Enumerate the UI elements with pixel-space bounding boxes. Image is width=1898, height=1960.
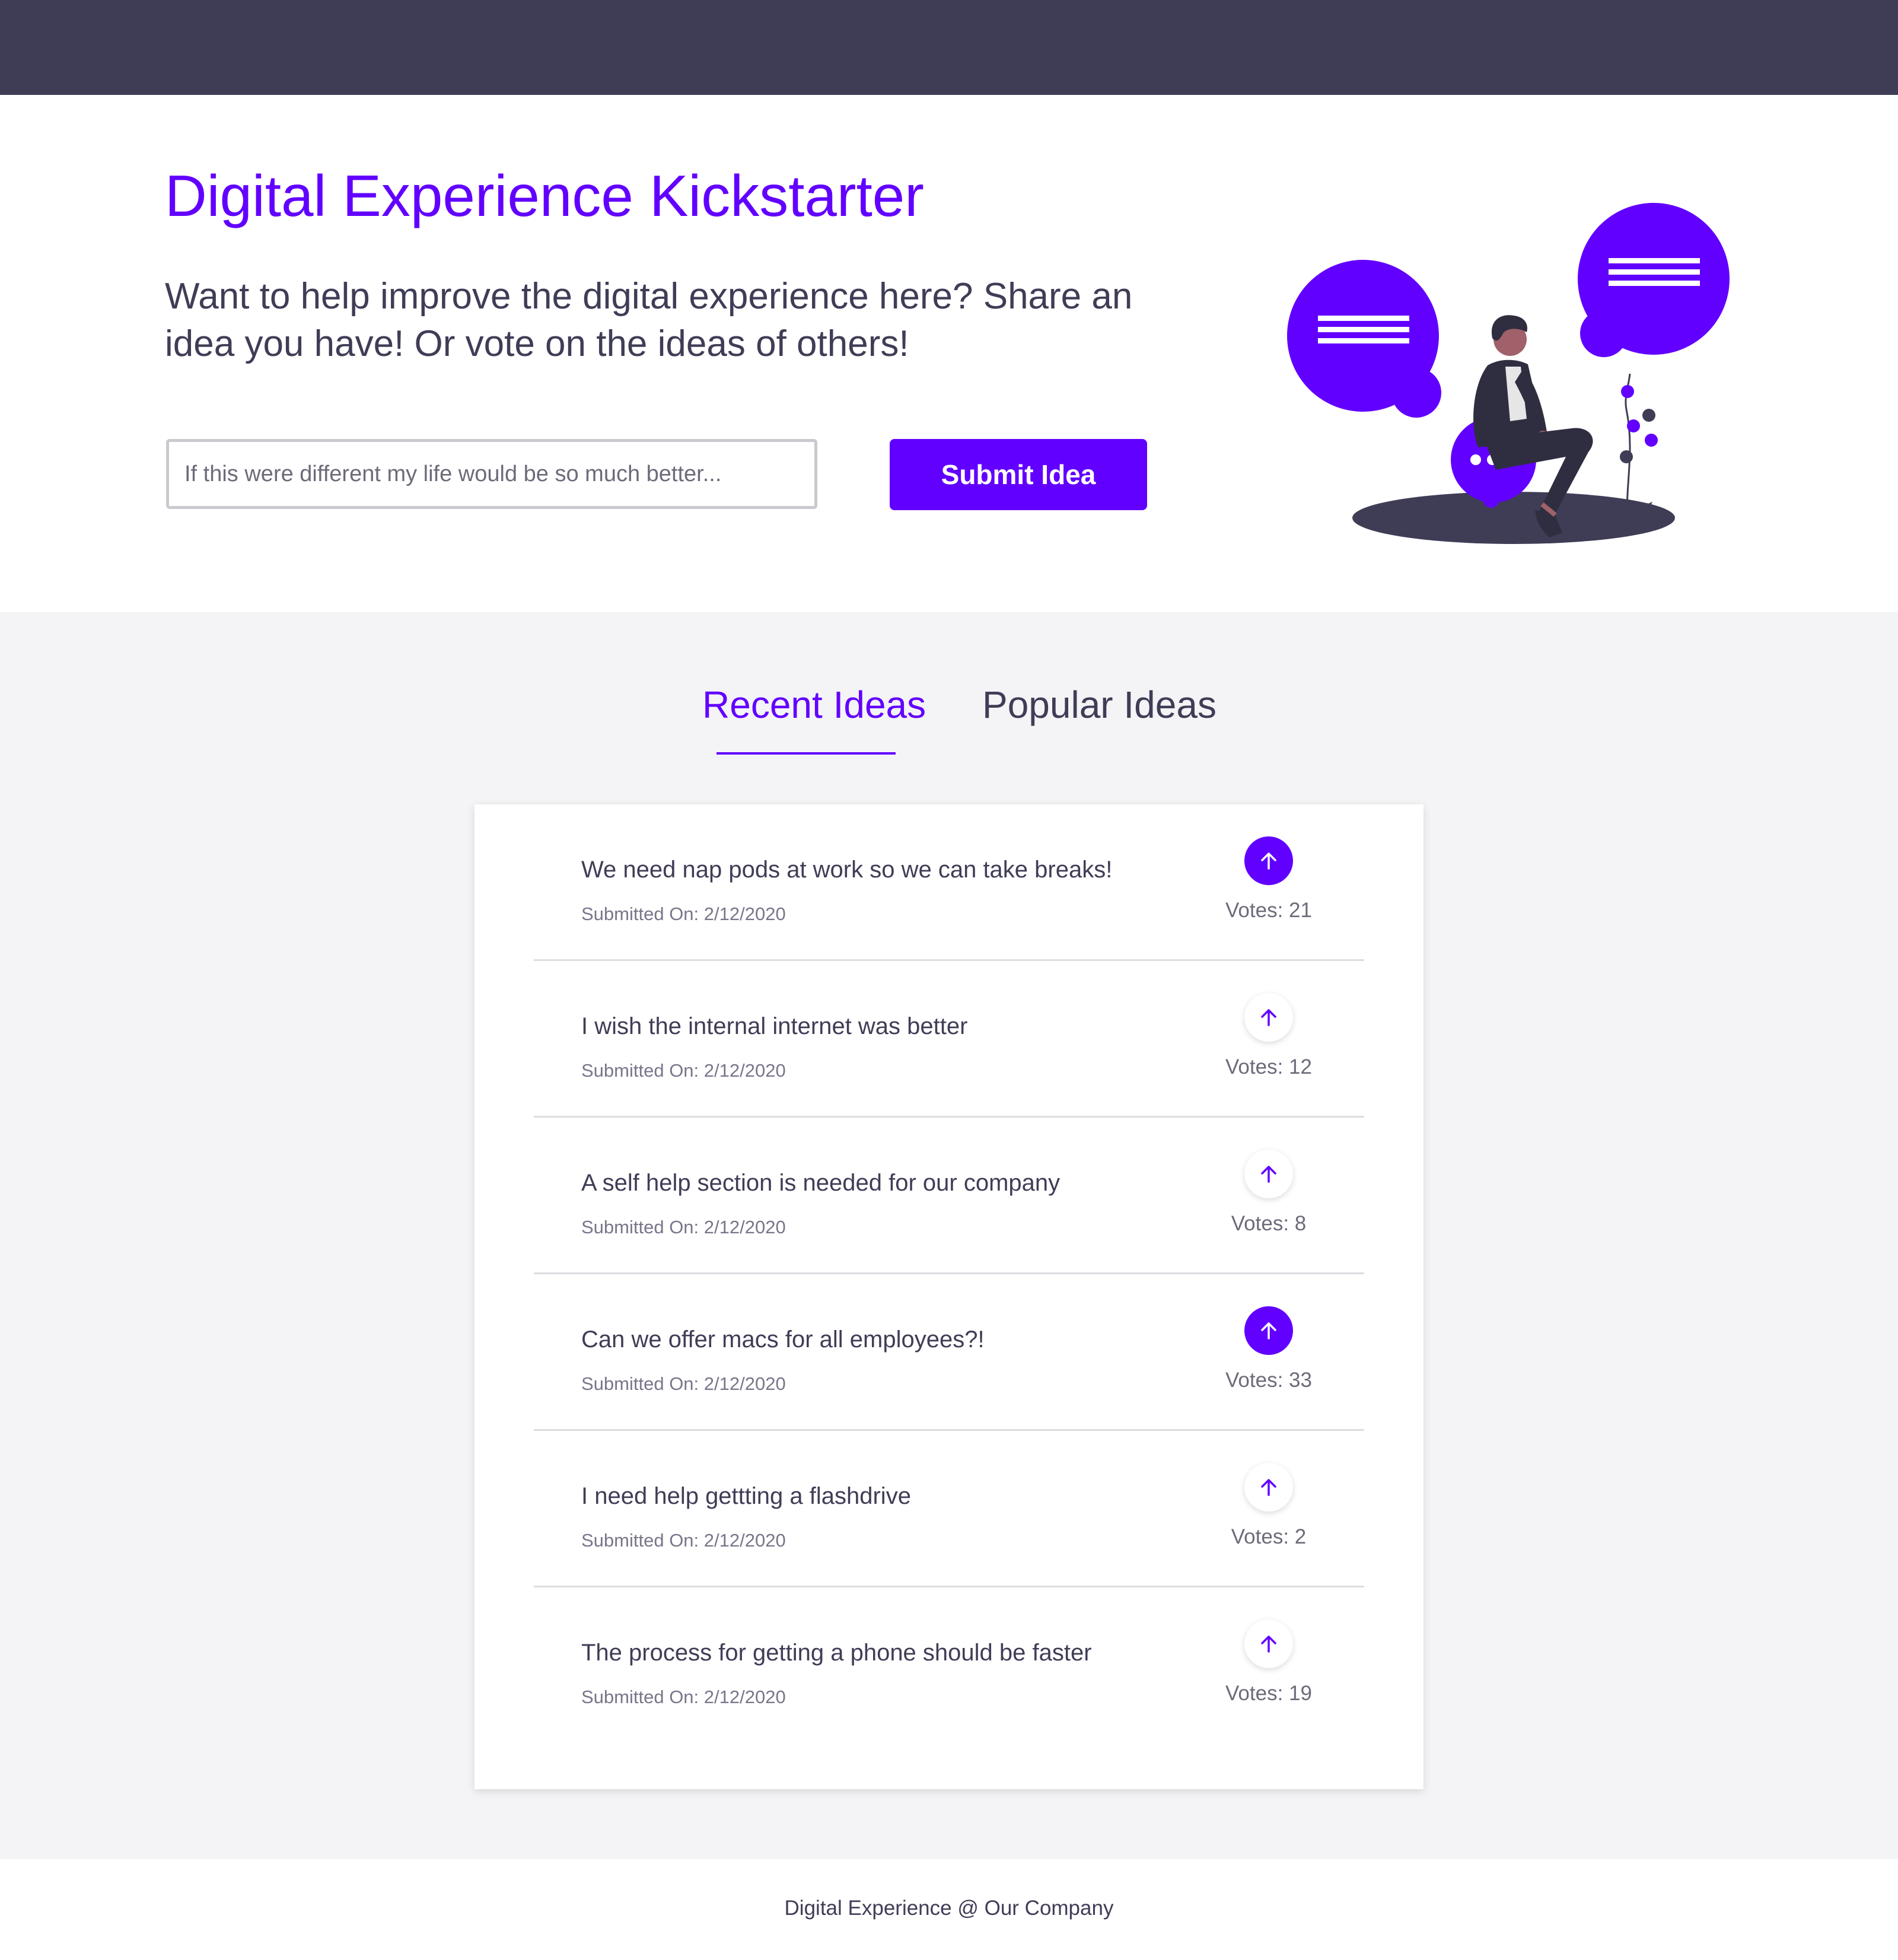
arrow-up-icon [1261, 1479, 1276, 1496]
idea-submitted-date: Submitted On: 2/12/2020 [581, 1530, 786, 1551]
tab-recent-ideas[interactable]: Recent Ideas [702, 682, 926, 728]
idea-list-item: We need nap pods at work so we can take … [534, 804, 1364, 961]
idea-text: The process for getting a phone should b… [581, 1640, 1092, 1666]
upvote-button[interactable] [1244, 1150, 1293, 1198]
upvote-button[interactable] [1244, 1306, 1293, 1355]
idea-submitted-date: Submitted On: 2/12/2020 [581, 1373, 786, 1394]
vote-count: Votes: 2 [1231, 1525, 1307, 1548]
idea-submitted-date: Submitted On: 2/12/2020 [581, 1217, 786, 1237]
idea-text: We need nap pods at work so we can take … [581, 857, 1113, 883]
upvote-button[interactable] [1244, 993, 1293, 1042]
upvote-button[interactable] [1244, 1463, 1293, 1512]
idea-list-item: The process for getting a phone should b… [534, 1587, 1364, 1744]
vote-count: Votes: 21 [1225, 899, 1312, 922]
upvote-button[interactable] [1244, 836, 1293, 885]
idea-text: I wish the internal internet was better [581, 1013, 968, 1039]
hero-subtitle: Want to help improve the digital experie… [165, 276, 1133, 364]
idea-submitted-date: Submitted On: 2/12/2020 [581, 1687, 786, 1707]
vote-count: Votes: 8 [1231, 1212, 1307, 1235]
arrow-up-icon [1261, 852, 1276, 870]
arrow-up-icon [1261, 1636, 1276, 1653]
idea-text: I need help gettting a flashdrive [581, 1483, 911, 1509]
idea-list-item: I need help gettting a flashdrive Submit… [534, 1431, 1364, 1587]
idea-text: Can we offer macs for all employees?! [581, 1326, 985, 1353]
upvote-button[interactable] [1244, 1619, 1293, 1668]
ideas-list-card: We need nap pods at work so we can take … [474, 804, 1424, 1789]
top-navigation-bar [0, 0, 1898, 95]
idea-submitted-date: Submitted On: 2/12/2020 [581, 1060, 786, 1081]
arrow-up-icon [1261, 1166, 1276, 1183]
footer-text: Digital Experience @ Our Company [784, 1897, 1114, 1920]
idea-list-item: Can we offer macs for all employees?! Su… [534, 1274, 1364, 1431]
arrow-up-icon [1261, 1322, 1276, 1339]
page-footer: Digital Experience @ Our Company [0, 1859, 1898, 1960]
submit-idea-button[interactable]: Submit Idea [890, 439, 1147, 510]
tab-popular-ideas[interactable]: Popular Ideas [982, 682, 1216, 728]
person-with-chat-bubbles-illustration [1287, 203, 1730, 544]
idea-list-item: A self help section is needed for our co… [534, 1118, 1364, 1274]
page-title: Digital Experience Kickstarter [165, 163, 924, 228]
active-tab-indicator [716, 752, 896, 755]
hero-section: Digital Experience Kickstarter Want to h… [0, 95, 1898, 612]
vote-count: Votes: 12 [1225, 1055, 1312, 1078]
vote-count: Votes: 33 [1225, 1369, 1312, 1392]
idea-text: A self help section is needed for our co… [581, 1170, 1061, 1196]
arrow-up-icon [1261, 1009, 1276, 1026]
idea-list-item: I wish the internal internet was better … [534, 961, 1364, 1118]
vote-count: Votes: 19 [1225, 1682, 1312, 1705]
idea-input[interactable] [166, 439, 817, 509]
idea-submitted-date: Submitted On: 2/12/2020 [581, 903, 786, 924]
ideas-section: Recent Ideas Popular Ideas We need nap p… [0, 612, 1898, 1859]
